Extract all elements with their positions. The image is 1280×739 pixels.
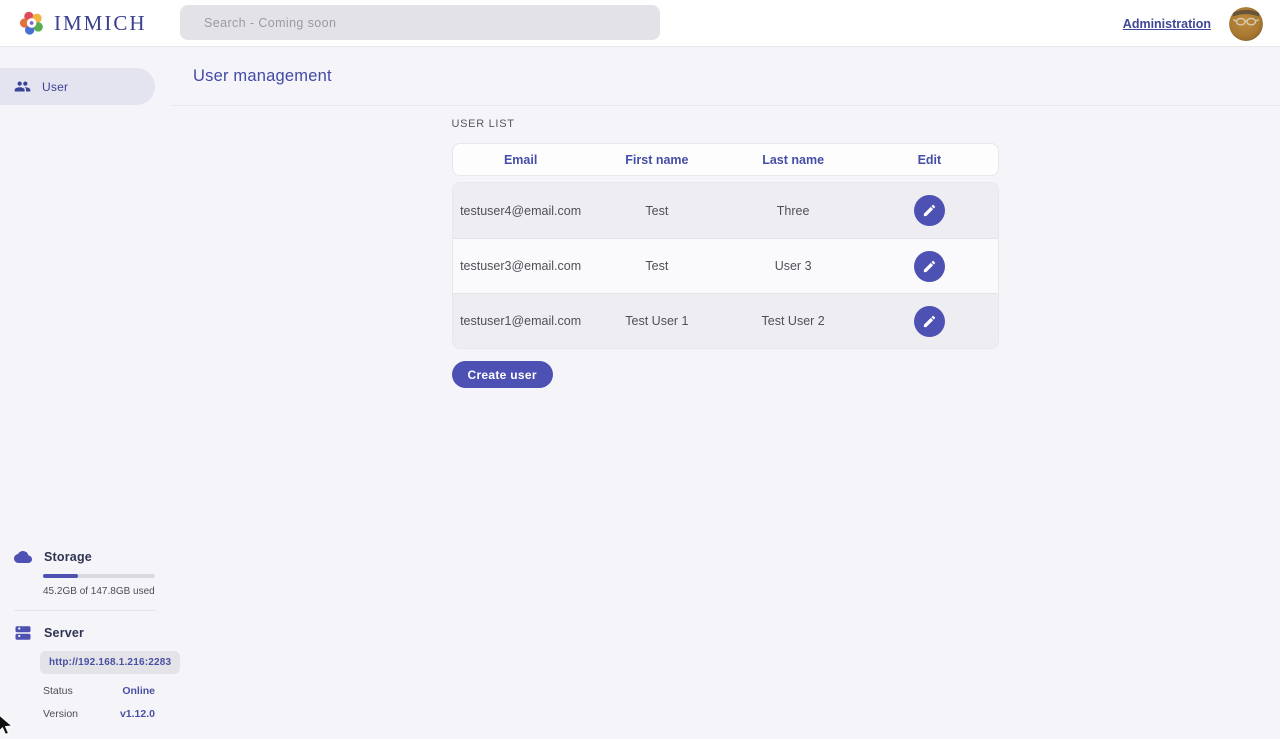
server-section-header: Server	[0, 624, 170, 642]
brand[interactable]: IMMICH	[18, 9, 147, 37]
avatar-image	[1229, 7, 1263, 41]
pencil-icon	[922, 203, 937, 218]
sidebar: User Storage 45.2GB of 147.8GB used Serv…	[0, 47, 170, 730]
user-avatar[interactable]	[1229, 7, 1263, 41]
cell-email: testuser3@email.com	[453, 259, 589, 273]
table-row: testuser1@email.com Test User 1 Test Use…	[453, 293, 998, 348]
navbar-right: Administration	[1123, 0, 1263, 47]
cell-last-name: User 3	[725, 259, 861, 273]
server-title: Server	[44, 626, 84, 640]
cell-email: testuser1@email.com	[453, 314, 589, 328]
version-label: Version	[43, 708, 78, 720]
cell-first-name: Test	[589, 259, 725, 273]
users-icon	[14, 78, 31, 95]
column-header-email: Email	[453, 153, 589, 167]
storage-usage-text: 45.2GB of 147.8GB used	[43, 586, 170, 597]
server-icon	[14, 624, 32, 642]
status-label: Status	[43, 685, 73, 697]
main-content: User management USER LIST Email First na…	[170, 47, 1280, 730]
page-title: User management	[193, 67, 332, 86]
storage-progress-bar	[43, 574, 155, 578]
version-value: v1.12.0	[120, 708, 155, 720]
status-value: Online	[122, 685, 155, 697]
storage-section-header: Storage	[0, 548, 170, 566]
user-list-label: USER LIST	[452, 118, 999, 130]
storage-progress-fill	[43, 574, 78, 578]
cell-last-name: Test User 2	[725, 314, 861, 328]
table-body: testuser4@email.com Test Three testuser3…	[452, 182, 999, 349]
cloud-icon	[14, 548, 32, 566]
pencil-icon	[922, 314, 937, 329]
table-row: testuser3@email.com Test User 3	[453, 238, 998, 293]
administration-link[interactable]: Administration	[1123, 17, 1211, 31]
brand-name: IMMICH	[54, 11, 147, 36]
title-bar: User management	[170, 47, 1280, 106]
server-status-row: Status Online	[43, 685, 155, 697]
table-row: testuser4@email.com Test Three	[453, 183, 998, 238]
cell-last-name: Three	[725, 204, 861, 218]
column-header-first-name: First name	[589, 153, 725, 167]
user-list-section: USER LIST Email First name Last name Edi…	[452, 118, 999, 388]
edit-user-button[interactable]	[914, 306, 945, 337]
column-header-edit: Edit	[861, 153, 997, 167]
server-url: http://192.168.1.216:2283	[40, 651, 180, 674]
server-version-row: Version v1.12.0	[43, 708, 155, 720]
top-navbar: IMMICH Administration	[0, 0, 1280, 47]
column-header-last-name: Last name	[725, 153, 861, 167]
immich-app: IMMICH Administration	[0, 0, 1280, 730]
edit-user-button[interactable]	[914, 251, 945, 282]
table-header-row: Email First name Last name Edit	[452, 143, 999, 176]
create-user-button[interactable]: Create user	[452, 361, 553, 388]
immich-logo-icon	[18, 9, 46, 37]
cell-first-name: Test User 1	[589, 314, 725, 328]
sidebar-item-user[interactable]: User	[0, 68, 155, 105]
sidebar-divider	[14, 610, 156, 611]
pencil-icon	[922, 259, 937, 274]
cell-email: testuser4@email.com	[453, 204, 589, 218]
sidebar-bottom: Storage 45.2GB of 147.8GB used Server ht…	[0, 548, 170, 720]
sidebar-item-user-label: User	[42, 80, 68, 94]
storage-title: Storage	[44, 550, 92, 564]
cell-first-name: Test	[589, 204, 725, 218]
search-input[interactable]	[180, 5, 660, 40]
edit-user-button[interactable]	[914, 195, 945, 226]
